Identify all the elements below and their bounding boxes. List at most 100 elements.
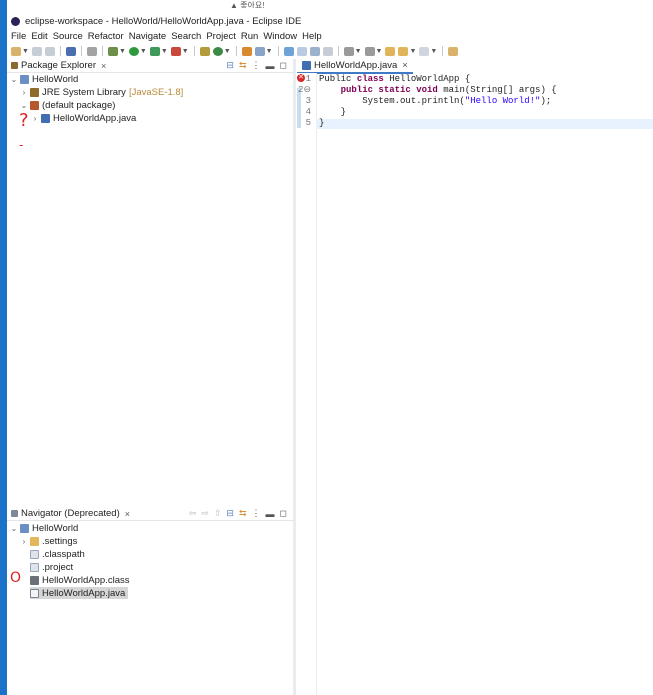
last-edit-location-icon[interactable] [385,46,396,56]
chevron-down-icon[interactable]: ▼ [22,48,29,55]
word-wrap-icon[interactable] [309,46,320,56]
code-string: "Hello World!" [464,96,541,106]
next-annotation-icon[interactable] [343,46,354,56]
link-with-editor-icon[interactable]: ⇆ [239,508,247,519]
up-icon[interactable]: ⇧ [214,508,222,519]
package-explorer-icon [11,62,18,69]
coverage-icon[interactable] [149,46,160,56]
nav-item-classpath[interactable]: .classpath [30,548,85,560]
current-line-highlight [316,119,653,129]
chevron-down-icon[interactable]: ⌄ [20,101,28,110]
tree-item-jre-library[interactable]: › JRE System Library [JavaSE-1.8] [20,86,184,98]
package-explorer-title[interactable]: Package Explorer [21,60,96,71]
back-icon[interactable]: ⇦ [189,508,197,519]
editor-text-area[interactable] [316,73,653,695]
link-with-editor-icon[interactable]: ⇆ [239,60,247,71]
save-all-icon[interactable] [44,46,55,56]
menu-edit[interactable]: Edit [31,31,47,42]
chevron-down-icon[interactable]: ▼ [266,48,273,55]
chevron-down-icon[interactable]: ⌄ [10,524,18,533]
menu-search[interactable]: Search [171,31,201,42]
navigator-title[interactable]: Navigator (Deprecated) [21,508,120,519]
search-icon[interactable] [254,46,265,56]
code-line[interactable]: 1 Public class HelloWorldApp { [297,74,471,84]
maximize-icon[interactable]: ◻ [280,60,287,71]
maximize-icon[interactable]: ◻ [280,508,287,519]
chevron-down-icon[interactable]: ▼ [376,48,383,55]
debug-icon[interactable] [107,46,118,56]
chevron-down-icon[interactable]: ▼ [161,48,168,55]
new-class-icon[interactable] [212,46,223,56]
new-java-project-icon[interactable] [199,46,210,56]
menu-run[interactable]: Run [241,31,258,42]
tree-item-label: .classpath [42,548,85,560]
tree-item-helloworld-project[interactable]: ⌄ HelloWorld [10,73,79,85]
chevron-down-icon[interactable]: ⌄ [10,75,18,84]
nav-item-settings[interactable]: › .settings [20,535,78,547]
code-line[interactable]: 5} [297,118,325,128]
close-icon[interactable]: × [101,61,106,71]
code-line[interactable]: 3 System.out.println("Hello World!"); [297,96,552,106]
open-perspective-icon[interactable] [448,46,459,56]
run-icon[interactable] [128,46,139,56]
line-number: 5 [305,118,311,128]
menu-window[interactable]: Window [263,31,297,42]
nav-item-helloworldapp-java[interactable]: HelloWorldApp.java [30,587,129,599]
minimize-icon[interactable]: ▬ [266,61,275,71]
java-file-icon [302,61,311,70]
forward-icon[interactable] [419,46,430,56]
code-text: HelloWorldApp { [383,74,471,84]
chevron-down-icon[interactable]: ▼ [355,48,362,55]
back-icon[interactable] [398,46,409,56]
open-type-icon[interactable] [241,46,252,56]
editor-tab-helloworldapp[interactable]: HelloWorldApp.java × [297,59,413,74]
code-keyword: public [340,85,374,95]
menu-project[interactable]: Project [206,31,236,42]
tree-item-label: HelloWorldApp.java [53,112,137,124]
view-menu-icon[interactable]: ⋮ [252,60,261,71]
chevron-right-icon[interactable]: › [20,88,28,97]
close-icon[interactable]: × [402,60,408,71]
toggle-mark-icon[interactable] [283,46,294,56]
chevron-down-icon[interactable]: ▼ [140,48,147,55]
forward-icon[interactable]: ⇨ [201,508,209,519]
editor-tab-label: HelloWorldApp.java [314,60,398,71]
nav-item-helloworldapp-class[interactable]: HelloWorldApp.class [30,574,129,586]
view-menu-icon[interactable]: ⋮ [252,508,261,519]
menu-refactor[interactable]: Refactor [88,31,124,42]
toolbar-divider [277,46,279,56]
chevron-down-icon[interactable]: ▼ [409,48,416,55]
nav-item-helloworld[interactable]: ⌄ HelloWorld [10,522,79,534]
close-icon[interactable]: × [125,509,130,519]
chevron-down-icon[interactable]: ▼ [224,48,231,55]
chevron-down-icon[interactable]: ▼ [119,48,126,55]
show-whitespace-icon[interactable] [322,46,333,56]
tree-item-label: .settings [42,535,78,547]
code-line[interactable]: 4 } [297,107,346,117]
nav-item-project[interactable]: .project [30,561,73,573]
tree-item-default-package[interactable]: ⌄ (default package) [20,99,116,111]
menu-help[interactable]: Help [302,31,322,42]
code-keyword: static [378,85,411,95]
line-number: 2⊖ [298,85,311,95]
block-selection-icon[interactable] [296,46,307,56]
menu-source[interactable]: Source [53,31,83,42]
minimize-icon[interactable]: ▬ [266,509,275,519]
previous-annotation-icon[interactable] [364,46,375,56]
menu-navigate[interactable]: Navigate [129,31,167,42]
chevron-right-icon[interactable]: › [31,114,39,123]
skip-breakpoints-icon[interactable] [86,46,97,56]
sash-divider[interactable] [293,59,296,695]
save-icon[interactable] [31,46,42,56]
chevron-down-icon[interactable]: ▼ [430,48,437,55]
external-tools-icon[interactable] [170,46,181,56]
chevron-right-icon[interactable]: › [20,537,28,546]
collapse-all-icon[interactable]: ⊟ [226,508,234,519]
code-line[interactable]: 2⊖ public static void main(String[] args… [297,85,557,95]
chevron-down-icon[interactable]: ▼ [182,48,189,55]
terminal-icon[interactable] [65,46,76,56]
menu-file[interactable]: File [11,31,26,42]
new-icon[interactable] [11,46,21,56]
collapse-all-icon[interactable]: ⊟ [226,60,234,71]
tree-item-helloworldapp-java[interactable]: › HelloWorldApp.java [31,112,137,124]
